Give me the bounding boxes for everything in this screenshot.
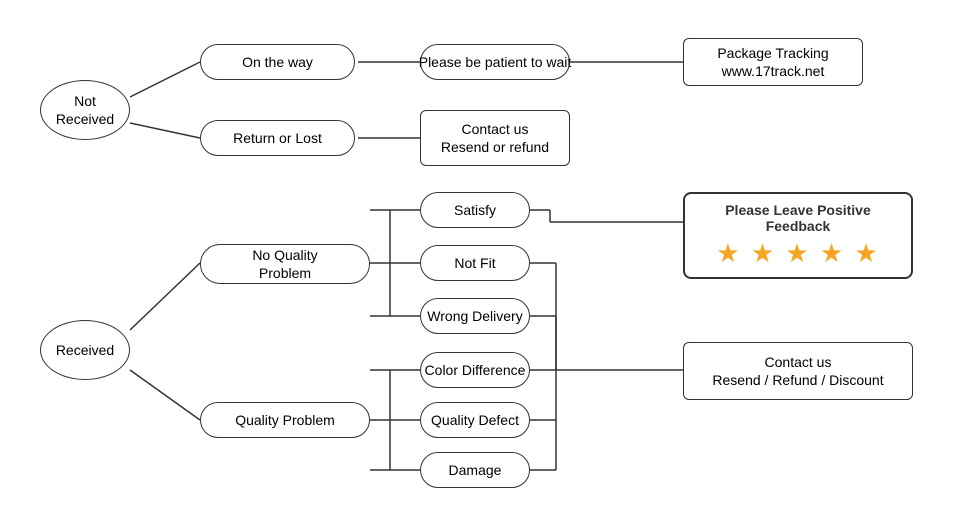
received-node: Received	[40, 320, 130, 380]
color-difference-node: Color Difference	[420, 352, 530, 388]
not-received-node: Not Received	[40, 80, 130, 140]
feedback-box: Please Leave Positive Feedback ★ ★ ★ ★ ★	[683, 192, 913, 279]
package-tracking-label: Package Tracking www.17track.net	[717, 44, 828, 80]
package-tracking-node: Package Tracking www.17track.net	[683, 38, 863, 86]
satisfy-label: Satisfy	[454, 201, 496, 219]
contact-resend-refund-discount-node: Contact us Resend / Refund / Discount	[683, 342, 913, 400]
feedback-stars: ★ ★ ★ ★ ★	[699, 238, 897, 269]
quality-problem-node: Quality Problem	[200, 402, 370, 438]
contact-resend-refund-node: Contact us Resend or refund	[420, 110, 570, 166]
wrong-delivery-label: Wrong Delivery	[427, 307, 522, 325]
diagram: Not Received On the way Return or Lost P…	[0, 0, 960, 513]
contact-resend-refund-discount-label: Contact us Resend / Refund / Discount	[712, 353, 883, 389]
on-the-way-node: On the way	[200, 44, 355, 80]
return-or-lost-node: Return or Lost	[200, 120, 355, 156]
patient-label: Please be patient to wait	[419, 53, 572, 71]
wrong-delivery-node: Wrong Delivery	[420, 298, 530, 334]
damage-label: Damage	[449, 461, 502, 479]
no-quality-problem-node: No Quality Problem	[200, 244, 370, 284]
feedback-title: Please Leave Positive Feedback	[699, 202, 897, 234]
on-the-way-label: On the way	[242, 53, 313, 71]
received-label: Received	[56, 341, 114, 359]
patient-node: Please be patient to wait	[420, 44, 570, 80]
contact-resend-refund-label: Contact us Resend or refund	[441, 120, 549, 156]
quality-defect-node: Quality Defect	[420, 402, 530, 438]
quality-problem-label: Quality Problem	[235, 411, 335, 429]
not-fit-label: Not Fit	[454, 254, 495, 272]
damage-node: Damage	[420, 452, 530, 488]
not-fit-node: Not Fit	[420, 245, 530, 281]
satisfy-node: Satisfy	[420, 192, 530, 228]
color-difference-label: Color Difference	[425, 361, 526, 379]
quality-defect-label: Quality Defect	[431, 411, 519, 429]
no-quality-problem-label: No Quality Problem	[252, 246, 317, 282]
return-or-lost-label: Return or Lost	[233, 129, 322, 147]
not-received-label: Not Received	[56, 92, 114, 128]
